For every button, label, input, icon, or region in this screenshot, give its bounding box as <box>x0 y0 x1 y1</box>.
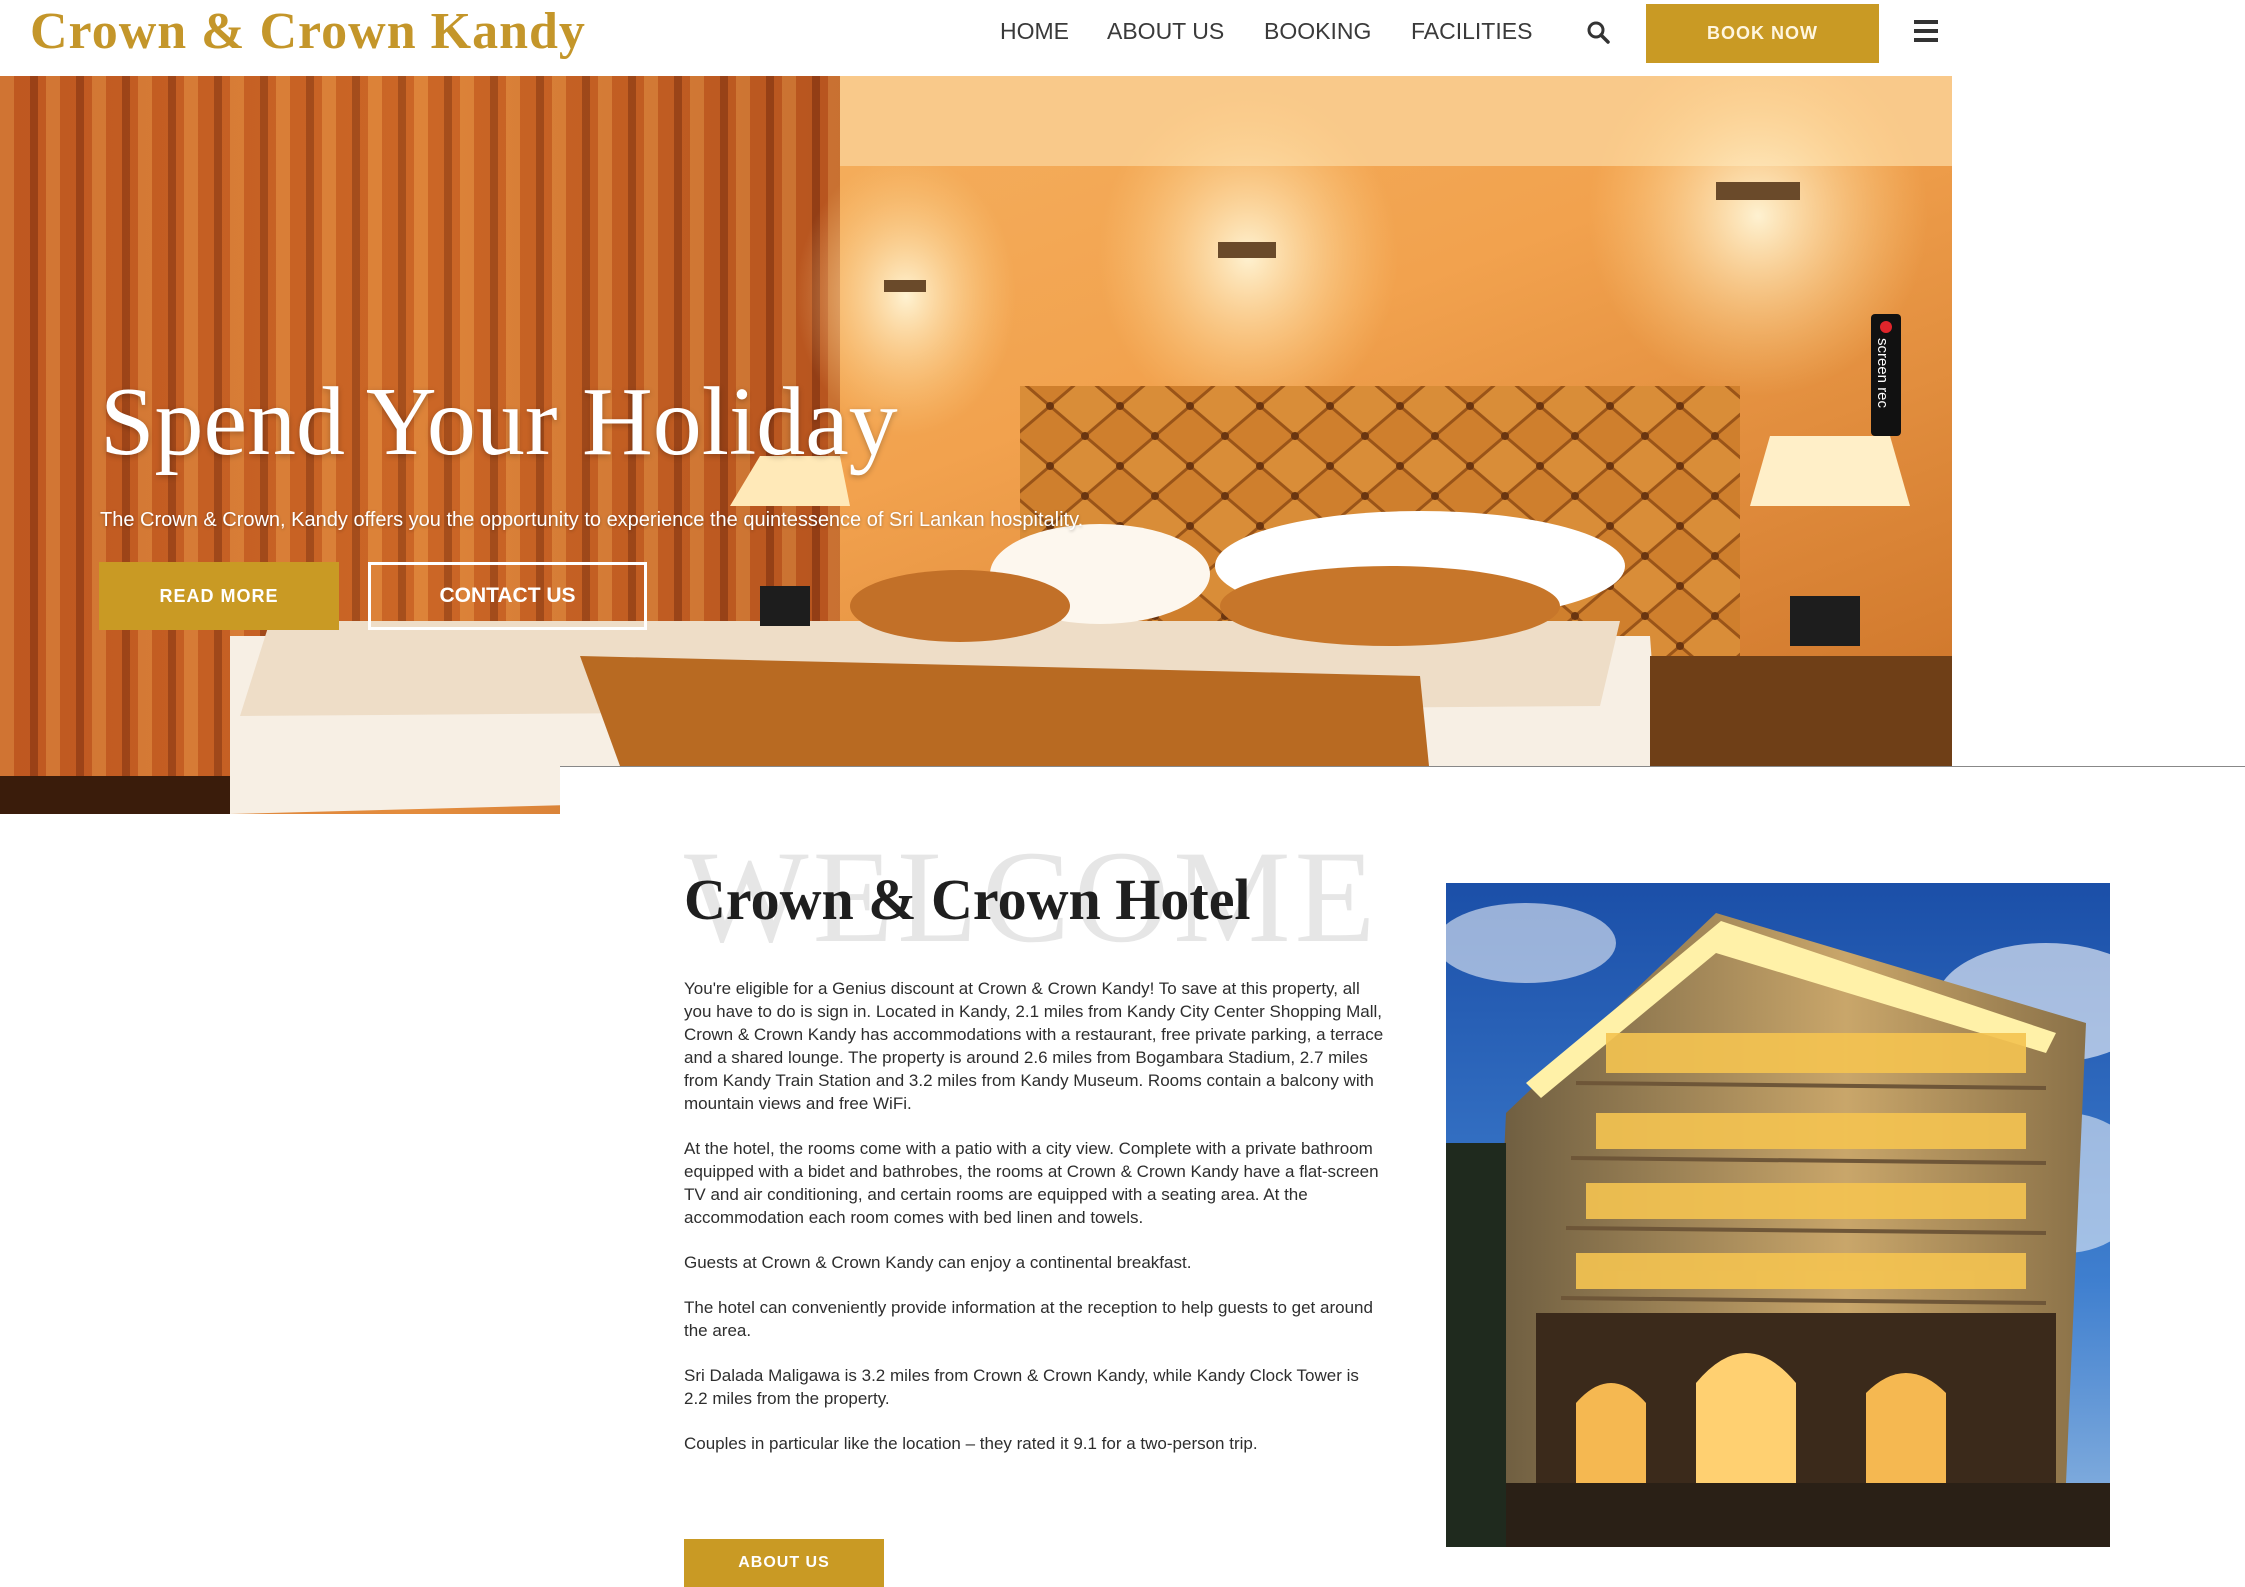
hamburger-menu-icon[interactable] <box>1914 20 1938 42</box>
hero-subtitle: The Crown & Crown, Kandy offers you the … <box>100 509 1084 531</box>
welcome-description: You're eligible for a Genius discount at… <box>684 977 1384 1477</box>
description-paragraph: Guests at Crown & Crown Kandy can enjoy … <box>684 1253 1192 1272</box>
nav-home[interactable]: HOME <box>1000 18 1069 45</box>
description-paragraph: At the hotel, the rooms come with a pati… <box>684 1139 1379 1227</box>
screen-recorder-badge[interactable]: screen rec <box>1871 314 1901 436</box>
welcome-section: WELCOME Crown & Crown Hotel You're eligi… <box>560 767 2245 1587</box>
site-header: Crown & Crown Kandy HOME ABOUT US BOOKIN… <box>0 0 1952 76</box>
hotel-exterior-image <box>1446 883 2110 1547</box>
description-paragraph: Sri Dalada Maligawa is 3.2 miles from Cr… <box>684 1366 1359 1408</box>
hero-banner: Spend Your Holiday The Crown & Crown, Ka… <box>0 76 1952 814</box>
contact-us-button[interactable]: CONTACT US <box>368 562 647 630</box>
nav-facilities[interactable]: FACILITIES <box>1411 18 1532 45</box>
welcome-title: Crown & Crown Hotel <box>684 867 1251 932</box>
nav-booking[interactable]: BOOKING <box>1264 18 1371 45</box>
site-logo[interactable]: Crown & Crown Kandy <box>30 2 586 61</box>
description-paragraph: Couples in particular like the location … <box>684 1434 1258 1453</box>
description-paragraph: You're eligible for a Genius discount at… <box>684 979 1384 1113</box>
recorder-label: screen rec <box>1874 338 1891 409</box>
hero-title: Spend Your Holiday <box>100 368 898 476</box>
nav-about-us[interactable]: ABOUT US <box>1107 18 1224 45</box>
description-paragraph: The hotel can conveniently provide infor… <box>684 1298 1373 1340</box>
about-us-button[interactable]: ABOUT US <box>684 1539 884 1587</box>
record-dot-icon <box>1880 321 1892 333</box>
search-icon[interactable] <box>1584 18 1614 48</box>
book-now-button[interactable]: BOOK NOW <box>1646 4 1879 63</box>
read-more-button[interactable]: READ MORE <box>99 562 339 630</box>
